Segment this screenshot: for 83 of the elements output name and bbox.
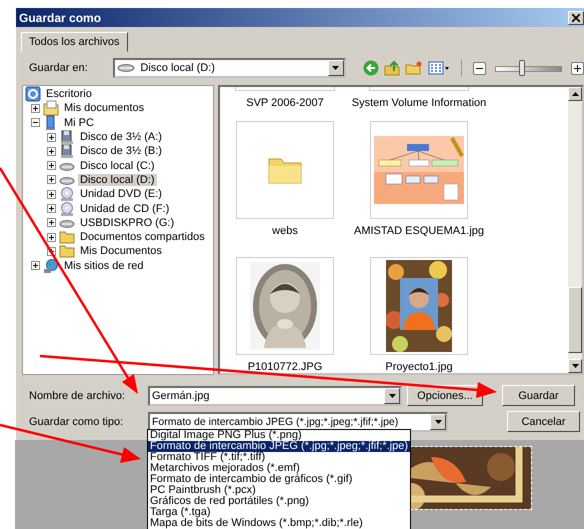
thumbnail-frame[interactable] [235,87,335,91]
file-name-field[interactable]: Germán.jpg [148,386,402,406]
file-name[interactable]: Proyecto1.jpg [385,361,453,373]
scroll-thumb[interactable] [568,287,582,353]
file-name[interactable]: P1010772.JPG [248,361,322,373]
save-in-label: Guardar en: [29,62,89,74]
tree-item[interactable]: Unidad DVD (E:) [78,188,164,200]
file-name[interactable]: webs [272,225,298,237]
folder-icon [59,229,75,246]
file-name[interactable]: System Volume Information [352,97,486,109]
thumbnail-frame[interactable] [236,121,334,219]
slider-thumb[interactable] [518,60,525,76]
tree-item[interactable]: Disco de 3½ (A:) [78,131,164,144]
expand-icon[interactable] [47,204,56,214]
file-name[interactable]: SVP 2006-2007 [246,97,324,109]
tree-item[interactable]: Mi PC [62,116,96,129]
window-title: Guardar como [19,10,102,24]
thumbnail-frame[interactable] [370,257,468,355]
tree-item[interactable]: Unidad de CD (F:) [78,202,172,215]
view-menu-icon[interactable] [428,60,450,76]
thumbnail-frame[interactable] [369,87,469,91]
tree-item[interactable]: Disco de 3½ (B:) [78,145,164,158]
expand-icon[interactable] [47,218,56,228]
plus-icon [574,64,582,72]
file-name-label: Nombre de archivo: [29,390,126,402]
tree-item[interactable]: Mis sitios de red [62,260,146,272]
zoom-in-button[interactable] [571,62,584,74]
scroll-up-icon[interactable] [572,92,578,96]
tree-item[interactable]: Escritorio [44,88,94,100]
file-type-option[interactable]: Metarchivos mejorados (*.emf) [148,463,410,474]
caret-icon [332,66,340,70]
expand-icon[interactable] [47,132,56,142]
file-type-option[interactable]: PC Paintbrush (*.pcx) [148,485,410,496]
network-icon [43,258,59,274]
expand-icon[interactable] [47,146,56,156]
location-dropdown[interactable]: Disco local (D:) [113,58,346,78]
cancel-button[interactable]: Cancelar [507,411,580,432]
file-type-label: Guardar como tipo: [29,416,124,428]
tree-item[interactable]: Mis documentos [62,102,146,114]
zoom-out-button[interactable] [472,62,486,74]
close-icon [572,14,580,22]
tree-item[interactable]: Mis Documentos [78,245,164,258]
caret-icon [434,420,442,424]
back-icon[interactable] [362,60,379,76]
expand-icon[interactable] [31,261,40,270]
folder-icon [59,243,75,260]
save-button[interactable]: Guardar [502,385,575,406]
expand-icon[interactable] [47,175,56,184]
drive-icon [117,63,136,73]
file-type-option[interactable]: Formato TIFF (*.tif;*.tiff) [148,452,410,463]
file-type-option[interactable]: Targa (*.tga) [148,507,410,518]
floppy-icon [59,129,75,146]
file-type-option[interactable]: Digital Image PNG Plus (*.png) [148,430,410,441]
tree-item[interactable]: Documentos compartidos [78,231,207,244]
scrollbar[interactable] [568,87,582,373]
expand-icon[interactable] [47,232,56,242]
collapse-icon[interactable] [31,118,40,128]
caret-icon [388,394,396,398]
file-type-option[interactable]: Formato de intercambio de gráficos (*.gif) [148,474,410,485]
file-name[interactable]: AMISTAD ESQUEMA1.jpg [354,225,484,237]
disc-icon [59,186,75,202]
file-type-option[interactable]: Formato de intercambio JPEG (*.jpg;*.jpeg;*.jfif;*.jpe) [148,441,410,452]
disc-icon [59,200,75,217]
floppy-icon [59,143,75,160]
scroll-down-icon[interactable] [572,364,578,368]
expand-icon[interactable] [47,190,56,199]
file-type-option[interactable]: Gráficos de red portátiles (*.png) [148,496,410,507]
tree-item[interactable]: Disco local (D:) [78,174,157,186]
dropdown-button[interactable] [430,414,446,430]
expand-icon[interactable] [47,161,56,170]
thumbnail-frame[interactable] [370,121,468,219]
documents-icon [43,100,59,116]
dropdown-button[interactable] [328,60,344,76]
tab[interactable]: Todos los archivos [21,32,128,52]
dropdown-button[interactable] [384,388,400,404]
thumbnail-frame[interactable] [236,257,334,355]
tree-item[interactable]: Disco local (C:) [78,160,157,172]
file-type-option[interactable]: Mapa de bits de Windows (*.bmp;*.dib;*.rle) [148,518,410,529]
zoom-slider[interactable] [494,60,562,76]
expand-icon[interactable] [31,104,40,113]
close-button[interactable] [568,10,584,24]
file-type-dropdown[interactable]: Formato de intercambio JPEG (*.jpg;*.jpeg;*.jfif;*.jpe) [148,412,448,432]
tree-item[interactable]: USBDISKPRO (G:) [78,216,176,229]
